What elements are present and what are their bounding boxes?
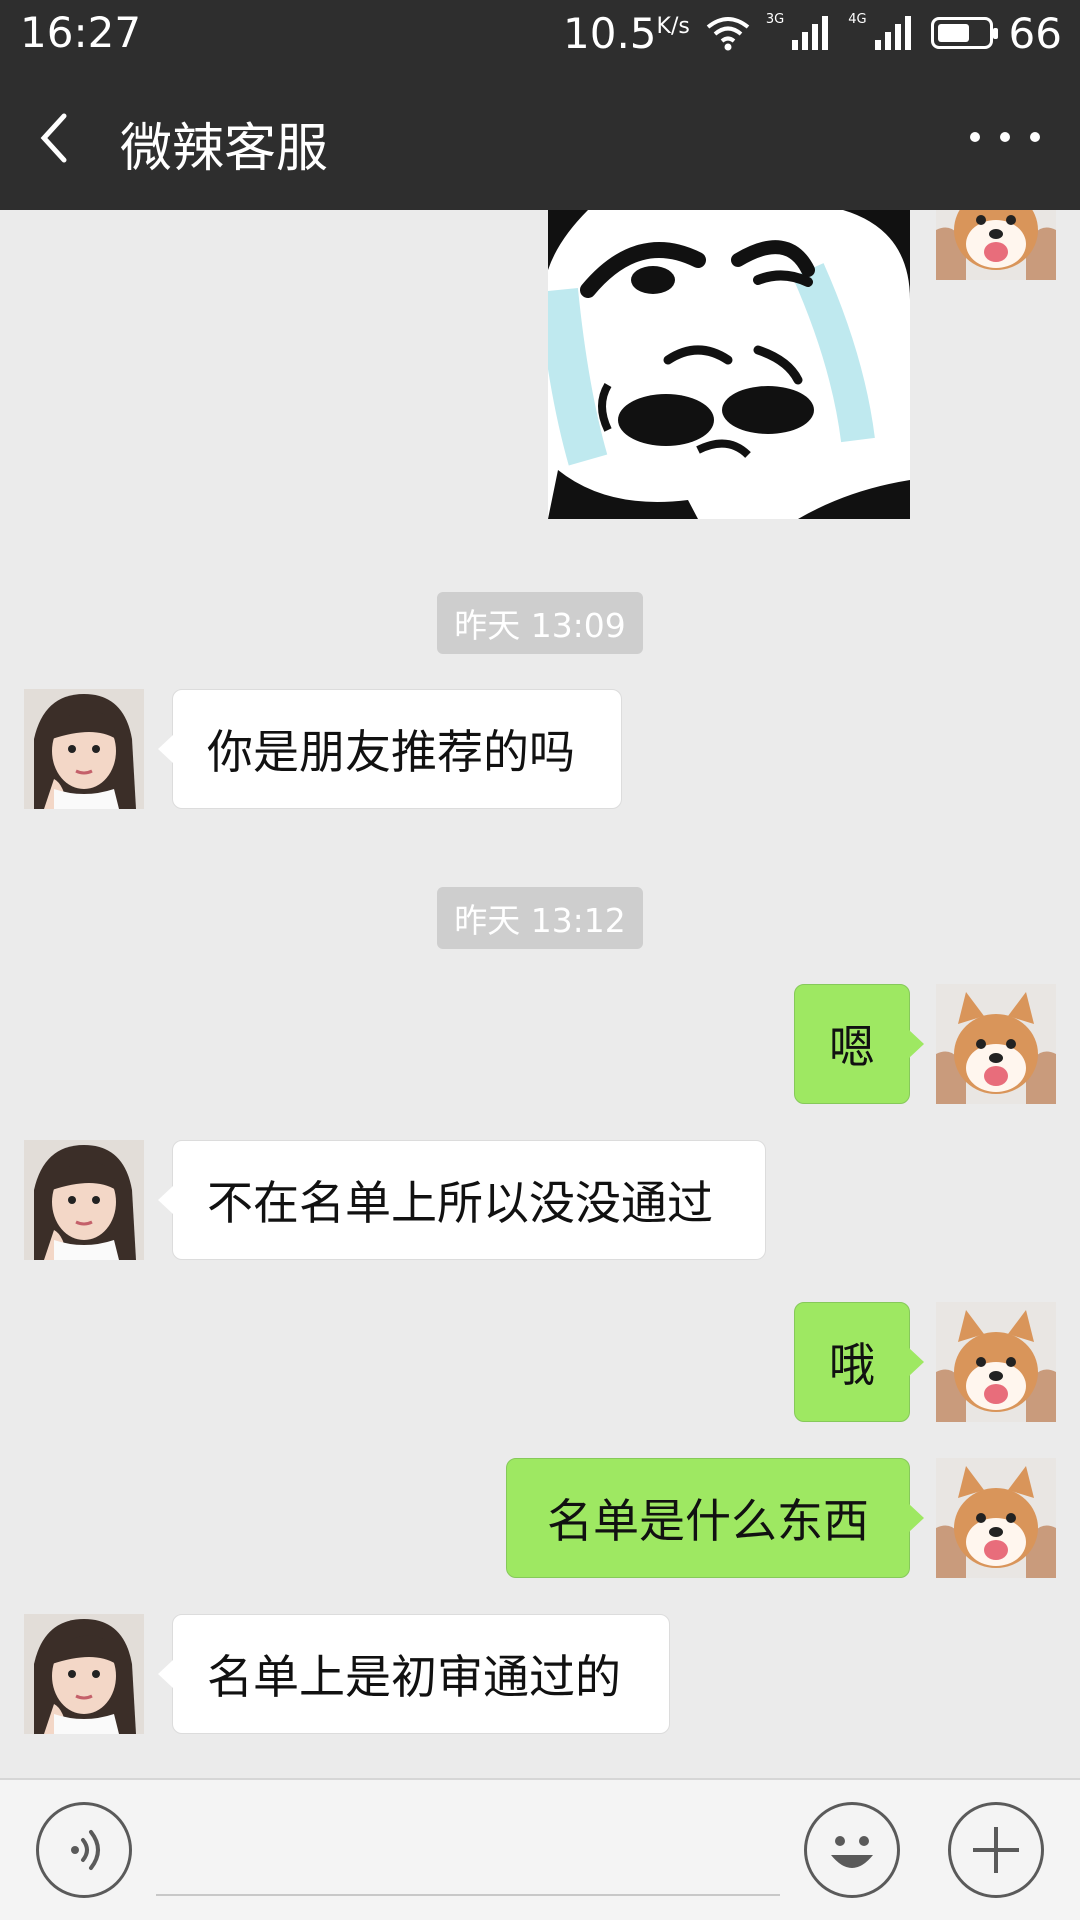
battery-icon xyxy=(930,17,998,49)
message-text: 不在名单上所以没没通过 xyxy=(207,1176,713,1230)
status-time: 16:27 xyxy=(20,8,142,57)
shiba-avatar-icon xyxy=(936,1458,1056,1578)
sticker-message[interactable] xyxy=(548,210,910,519)
contact-avatar[interactable] xyxy=(24,689,144,809)
chat-title: 微辣客服 xyxy=(120,119,329,179)
status-indicators: 10.5K/s 3G 4G 66 xyxy=(547,8,1062,58)
my-avatar[interactable] xyxy=(936,210,1056,280)
shiba-avatar-icon xyxy=(936,984,1056,1104)
received-message[interactable]: 你是朋友推荐的吗 xyxy=(158,689,622,809)
message-text: 哦 xyxy=(829,1338,875,1392)
sent-message[interactable]: 嗯 xyxy=(794,984,924,1104)
signal-1-icon xyxy=(792,16,832,50)
chat-message-list[interactable]: 昨天 13:09 你是朋友推荐的吗 昨天 13:12 嗯 不在名单上所以没没通过… xyxy=(0,210,1080,1778)
net-speed-value: 10.5 xyxy=(563,8,657,58)
message-text: 名单上是初审通过的 xyxy=(207,1650,621,1704)
sent-message[interactable]: 名单是什么东西 xyxy=(506,1458,924,1578)
emoji-icon xyxy=(831,1836,873,1868)
plus-icon xyxy=(973,1827,1019,1873)
chevron-left-icon xyxy=(40,113,67,163)
emoji-button[interactable] xyxy=(804,1802,900,1898)
sent-message[interactable]: 哦 xyxy=(794,1302,924,1422)
net-speed-unit: K/s xyxy=(656,13,690,39)
my-avatar[interactable] xyxy=(936,984,1056,1104)
girl-avatar-icon xyxy=(24,1140,144,1260)
my-avatar[interactable] xyxy=(936,1458,1056,1578)
more-button[interactable] xyxy=(970,122,1040,152)
message-text: 嗯 xyxy=(829,1020,875,1074)
crying-panda-sticker xyxy=(548,210,910,519)
my-avatar[interactable] xyxy=(936,1302,1056,1422)
timestamp: 昨天 13:12 xyxy=(437,887,643,949)
more-dot xyxy=(1000,132,1010,142)
shiba-avatar-icon xyxy=(936,1302,1056,1422)
message-text: 名单是什么东西 xyxy=(547,1494,869,1548)
signal-2-icon xyxy=(874,16,915,50)
girl-avatar-icon xyxy=(24,1614,144,1734)
message-input[interactable] xyxy=(156,1894,780,1896)
more-dot xyxy=(1030,132,1040,142)
shiba-avatar-icon xyxy=(936,210,1056,280)
girl-avatar-icon xyxy=(24,689,144,809)
plus-button[interactable] xyxy=(948,1802,1044,1898)
contact-avatar[interactable] xyxy=(24,1614,144,1734)
network-2-label: 4G xyxy=(848,11,867,27)
wifi-icon xyxy=(706,17,750,51)
timestamp: 昨天 13:09 xyxy=(437,592,643,654)
network-1-label: 3G xyxy=(765,11,785,27)
battery-level: 66 xyxy=(1008,8,1062,58)
chat-header: 微辣客服 xyxy=(0,66,1080,210)
received-message[interactable]: 不在名单上所以没没通过 xyxy=(158,1140,766,1260)
input-bar xyxy=(0,1778,1080,1920)
message-text: 你是朋友推荐的吗 xyxy=(207,725,575,779)
status-bar: 16:27 10.5K/s 3G 4G 66 xyxy=(0,0,1080,66)
back-button[interactable] xyxy=(30,102,90,174)
voice-icon xyxy=(71,1830,100,1870)
received-message[interactable]: 名单上是初审通过的 xyxy=(158,1614,670,1734)
contact-avatar[interactable] xyxy=(24,1140,144,1260)
net-speed: 10.5K/s xyxy=(563,9,690,58)
voice-button[interactable] xyxy=(36,1802,132,1898)
more-dot xyxy=(970,132,980,142)
